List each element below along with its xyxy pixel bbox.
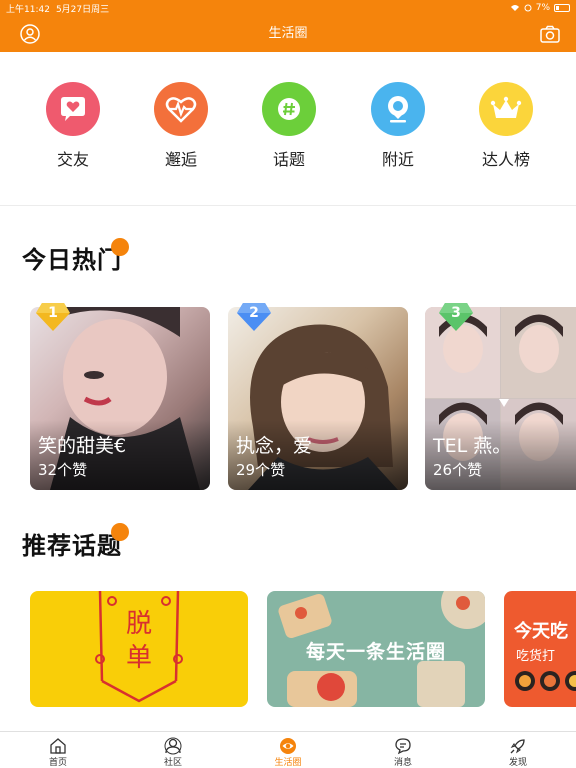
category-fujin[interactable]: 附近 [353,82,443,170]
tab-label: 生活圈 [274,758,302,768]
category-label: 达人榜 [481,150,530,169]
category-darenbang[interactable]: 达人榜 [461,82,551,170]
location-icon [371,82,425,136]
tab-label: 消息 [393,758,412,768]
category-label: 交友 [56,150,89,169]
battery-percent: 7% [535,3,550,13]
category-huati[interactable]: 话题 [244,82,334,170]
tab-label: 发现 [508,758,527,768]
tab-lifecircle[interactable]: 生活圈 [258,737,318,768]
hot-card-likes: 29个赞 [236,461,286,479]
tab-home[interactable]: 首页 [28,737,88,768]
community-icon [143,737,203,755]
food-bowls-decoration [515,671,576,691]
rank-badge-blue-icon: 2 [237,299,271,333]
tab-label: 社区 [163,758,182,768]
heart-chat-icon [46,82,100,136]
page-title: 生活圈 [268,26,308,41]
category-label: 附近 [381,150,414,169]
hot-card-3[interactable]: TEL 燕。 26个赞 [425,307,576,490]
hot-card-name: 笑的甜美€ [38,435,127,457]
rank-number: 2 [249,305,259,321]
crown-icon [479,82,533,136]
camera-icon[interactable] [538,22,562,46]
tab-discover[interactable]: 发现 [488,737,548,768]
rocket-icon [488,737,548,755]
topic-text: 脱单 [125,609,152,673]
topic-card-daily[interactable]: 每天一条生活圈 [267,591,485,707]
app-screen: 上午11:42 5月27日周三 7% 生活圈 交友 邂逅 话题 附近 达人榜 今… [0,0,576,768]
tab-label: 首页 [48,758,67,768]
tab-messages[interactable]: 消息 [373,737,433,768]
battery-icon [554,4,570,12]
hot-card-name: 执念，爱 [236,435,313,457]
category-label: 邂逅 [164,150,197,169]
nav-bar: 生活圈 [0,16,576,52]
tab-community[interactable]: 社区 [143,737,203,768]
hot-section-title: 今日热门 [22,246,122,274]
wifi-icon [510,5,519,11]
rank-number: 3 [451,305,461,321]
topic-card-tuodan[interactable]: 脱单 [30,591,248,707]
rank-badge-green-icon: 3 [439,299,473,333]
rank-number: 1 [48,305,58,321]
category-row: 交友 邂逅 话题 附近 达人榜 [0,52,576,206]
status-date: 5月27日周三 [55,4,110,15]
category-label: 话题 [272,150,305,169]
eye-icon [258,737,318,755]
category-jiaoyou[interactable]: 交友 [28,82,118,170]
hot-card-likes: 26个赞 [433,461,483,479]
topic-subtext: 吃货打 [516,649,556,664]
new-dot [111,523,129,541]
hashtag-icon [262,82,316,136]
message-icon [373,737,433,755]
rank-badge-gold-icon: 1 [36,299,70,333]
hot-card-1[interactable]: 笑的甜美€ 32个赞 [30,307,210,490]
status-bar: 上午11:42 5月27日周三 7% [0,0,576,16]
tab-bar: 首页 社区 生活圈 消息 发现 [0,731,576,768]
topic-text: 今天吃 [514,621,568,642]
hot-card-name: TEL 燕。 [433,435,512,457]
new-dot [111,238,129,256]
hot-card-likes: 32个赞 [38,461,88,479]
category-xiehou[interactable]: 邂逅 [136,82,226,170]
status-time: 上午11:42 [6,4,50,15]
topic-card-eat[interactable]: 今天吃 吃货打 [504,591,576,707]
topic-text: 每天一条生活圈 [305,641,446,663]
hot-card-2[interactable]: 执念，爱 29个赞 [228,307,408,490]
topic-section-title: 推荐话题 [22,532,122,560]
rotation-lock-icon [524,4,532,12]
home-icon [28,737,88,755]
heartbeat-icon [154,82,208,136]
